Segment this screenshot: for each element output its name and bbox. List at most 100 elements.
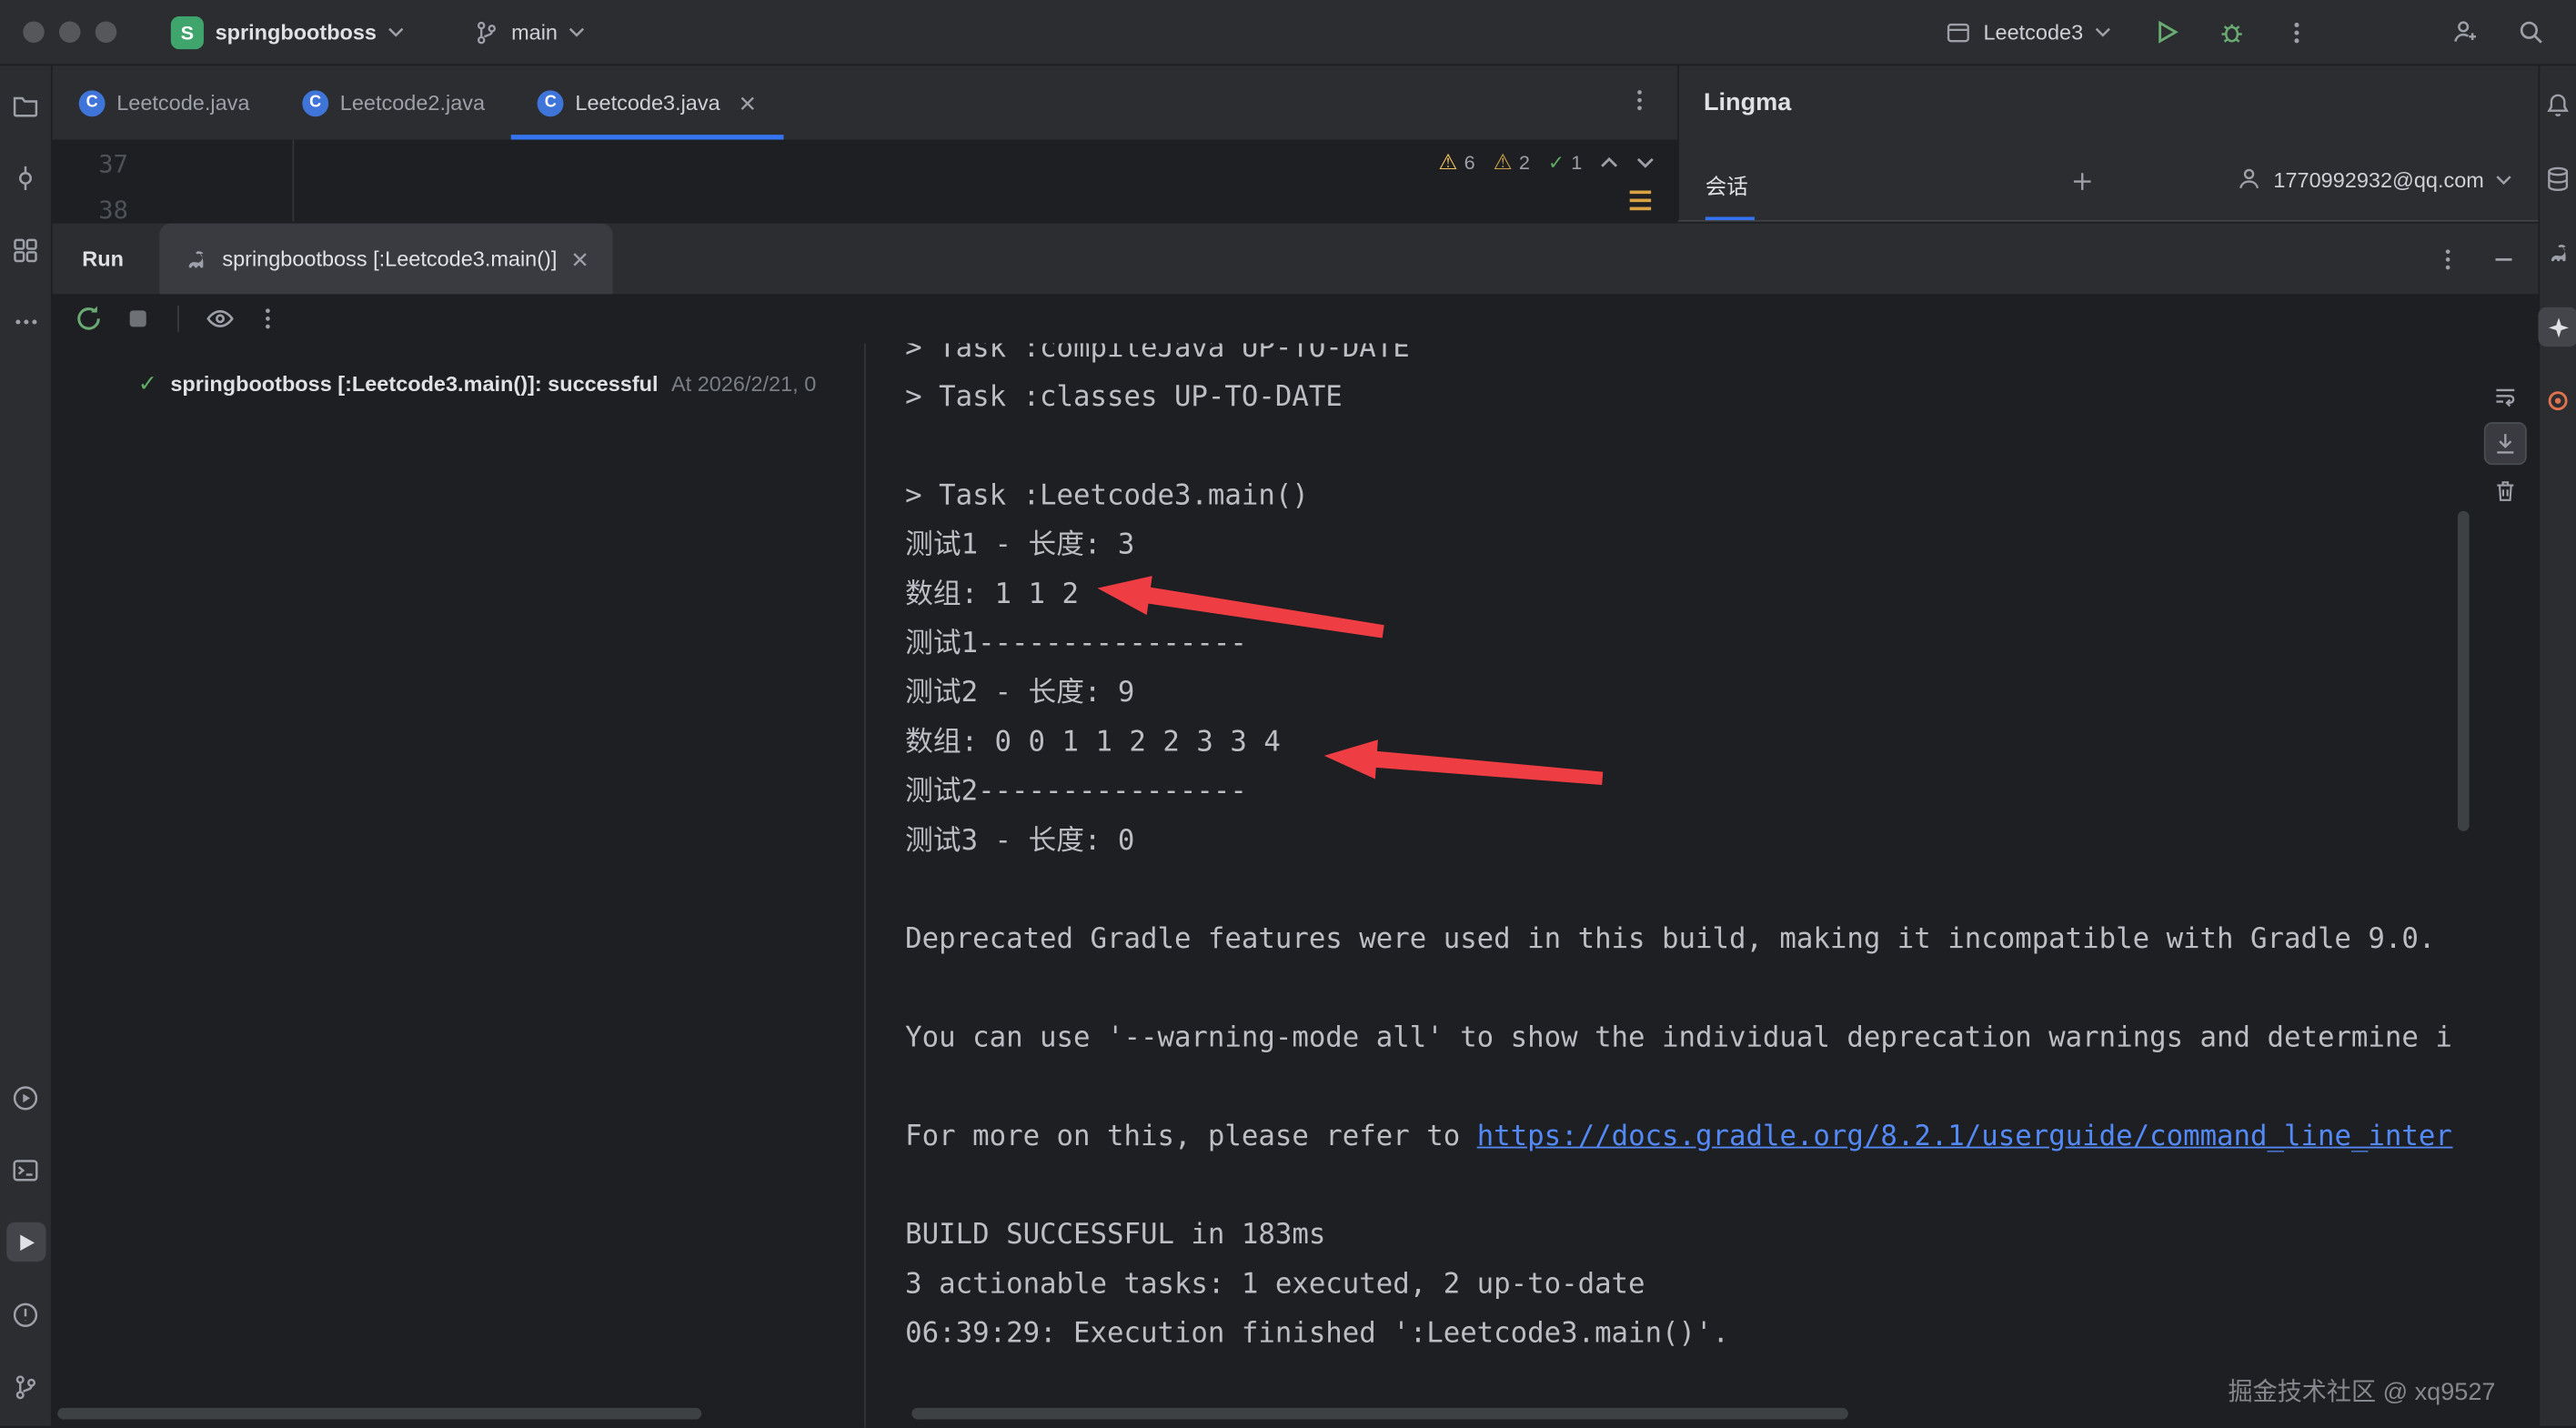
more-tool-windows-icon[interactable] [5, 302, 45, 341]
lingma-panel: Lingma 会话 1770992932@qq.com [1677, 65, 2538, 222]
console-line [905, 1063, 2452, 1112]
run-configuration-widget[interactable]: Leetcode3 [1934, 13, 2122, 52]
project-folder-icon[interactable] [5, 85, 45, 125]
hide-tool-window-icon[interactable] [2492, 247, 2515, 270]
tab-leetcode2-java[interactable]: C Leetcode2.java [276, 65, 511, 139]
chevron-down-icon [388, 26, 405, 38]
run-window-header: Run springbootboss [:Leetcode3.main()] [53, 224, 2539, 295]
inspections-passed-badge[interactable]: ✓ 1 [1548, 151, 1582, 174]
passed-count: 1 [1571, 151, 1582, 174]
vertical-scrollbar[interactable] [2458, 511, 2470, 831]
warnings-badge[interactable]: ⚠ 6 [1438, 149, 1474, 176]
gradle-icon[interactable] [2538, 233, 2576, 272]
console-line: 3 actionable tasks: 1 executed, 2 up-to-… [905, 1260, 2452, 1309]
branch-widget[interactable]: main [462, 13, 597, 52]
console-line [905, 964, 2452, 1013]
next-problem-icon[interactable] [1636, 156, 1655, 169]
close-tab-icon[interactable] [570, 249, 590, 269]
project-widget[interactable]: S springbootboss [159, 9, 416, 55]
console-line: You can use '--warning-mode all' to show… [905, 1013, 2452, 1062]
run-status-time: At 2026/2/21, 0 [671, 371, 816, 396]
warning-icon: ⚠ [1438, 149, 1457, 176]
weak-warnings-badge[interactable]: ⚠ 2 [1494, 149, 1530, 176]
horizontal-scrollbar[interactable] [911, 1408, 1847, 1420]
run-tool-window-icon[interactable] [5, 1222, 45, 1262]
more-actions-icon[interactable] [2274, 11, 2320, 54]
database-icon[interactable] [2538, 159, 2576, 198]
debug-button[interactable] [2208, 11, 2254, 54]
gradle-docs-link[interactable]: https://docs.gradle.org/8.2.1/userguide/… [1477, 1121, 2453, 1153]
zoom-window-icon[interactable] [96, 21, 116, 42]
tab-leetcode-java[interactable]: C Leetcode.java [53, 65, 277, 139]
rerun-icon[interactable] [74, 304, 104, 334]
line-number: 38 [53, 196, 128, 222]
stop-icon[interactable] [125, 306, 151, 332]
notifications-icon[interactable] [2538, 85, 2576, 125]
warnings-count: 6 [1464, 151, 1475, 174]
weak-warning-icon: ⚠ [1494, 149, 1513, 176]
inspect-eye-icon[interactable] [206, 304, 236, 334]
console-line-clipped: > Task :compileJava UP-TO-DATE [905, 343, 2452, 373]
soft-wrap-icon[interactable] [2486, 377, 2525, 416]
close-window-icon[interactable] [23, 21, 44, 42]
console-output[interactable]: > Task :compileJava UP-TO-DATE > Task :c… [866, 343, 2539, 1427]
structure-icon[interactable] [5, 230, 45, 269]
run-tree-pane: ✓ springbootboss [:Leetcode3.main()]: su… [53, 343, 866, 1427]
console-lines: > Task :compileJava UP-TO-DATE > Task :c… [866, 343, 2539, 1358]
run-window-options-icon[interactable] [2436, 246, 2459, 272]
inspection-menu-icon[interactable] [1630, 191, 1651, 211]
scroll-to-end-icon[interactable] [2486, 424, 2525, 463]
problems-icon[interactable] [5, 1294, 45, 1333]
console-line: > Task :Leetcode3.main() [905, 471, 2452, 520]
tab-leetcode3-java[interactable]: C Leetcode3.java [511, 65, 784, 139]
tab-session[interactable]: 会话 [1706, 169, 1748, 200]
console-line-link: For more on this, please refer to https:… [905, 1112, 2452, 1162]
services-icon[interactable] [5, 1078, 45, 1117]
tab-label: Leetcode.java [116, 90, 249, 115]
right-tool-strip [2538, 65, 2576, 1425]
run-window-title: Run [82, 246, 124, 271]
editor-tabbar: C Leetcode.java C Leetcode2.java C Leetc… [53, 65, 1677, 139]
toolbar-separator [177, 306, 179, 332]
class-icon: C [302, 89, 328, 116]
left-tool-strip [0, 65, 53, 1425]
version-control-icon[interactable] [5, 1367, 45, 1406]
console-line: 测试3 - 长度: 0 [905, 817, 2452, 866]
gutter-separator [292, 140, 294, 222]
console-line: BUILD SUCCESSFUL in 183ms [905, 1211, 2452, 1260]
run-button[interactable] [2142, 11, 2189, 54]
code-with-me-icon[interactable] [2441, 11, 2488, 54]
lingma-tabbar: 会话 1770992932@qq.com [1679, 151, 2539, 220]
window-controls [23, 21, 116, 42]
line-number: 37 [53, 149, 128, 179]
horizontal-scrollbar[interactable] [57, 1408, 701, 1420]
class-icon: C [79, 89, 106, 116]
toolbar-more-icon[interactable] [257, 306, 279, 332]
previous-problem-icon[interactable] [1600, 156, 1618, 169]
editor-area[interactable]: 37 38 ⚠ 6 ⚠ 2 ✓ 1 [53, 140, 1677, 222]
watermark: 掘金技术社区 @ xq9527 [2228, 1373, 2495, 1408]
inspections-widget[interactable]: ⚠ 6 ⚠ 2 ✓ 1 [1438, 149, 1654, 176]
profiler-icon[interactable] [2538, 381, 2576, 420]
run-tab[interactable]: springbootboss [:Leetcode3.main()] [160, 224, 613, 295]
clear-console-icon[interactable] [2486, 471, 2525, 510]
titlebar: S springbootboss main [0, 0, 2576, 65]
terminal-icon[interactable] [5, 1150, 45, 1189]
class-icon: C [538, 89, 564, 116]
new-session-icon[interactable] [2070, 169, 2095, 194]
git-branch-icon [474, 19, 500, 45]
chevron-down-icon [2495, 174, 2511, 186]
run-status-row[interactable]: ✓ springbootboss [:Leetcode3.main()]: su… [138, 369, 864, 397]
chevron-down-icon [569, 26, 586, 38]
search-everywhere-icon[interactable] [2507, 11, 2553, 54]
lingma-icon[interactable] [2538, 307, 2576, 347]
run-config-icon [1946, 19, 1972, 45]
tab-list-more-icon[interactable] [1628, 85, 1651, 116]
run-window-content: ✓ springbootboss [:Leetcode3.main()]: su… [53, 343, 2539, 1427]
minimize-window-icon[interactable] [59, 21, 80, 42]
lingma-title: Lingma [1704, 89, 1791, 117]
console-line: Deprecated Gradle features were used in … [905, 915, 2452, 964]
account-widget[interactable]: 1770992932@qq.com [2236, 166, 2512, 192]
close-tab-icon[interactable] [739, 93, 759, 113]
commit-icon[interactable] [5, 157, 45, 196]
